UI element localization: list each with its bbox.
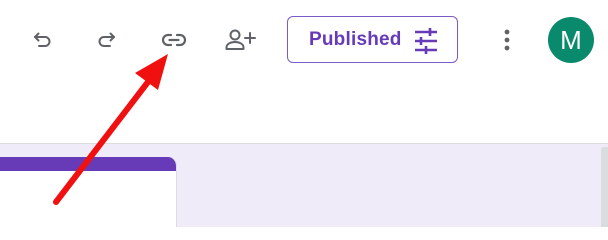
more-options-button[interactable] [487, 20, 527, 60]
undo-icon [30, 28, 54, 52]
person-add-icon [224, 27, 256, 53]
more-vert-icon [503, 28, 511, 52]
account-avatar[interactable]: M [548, 17, 594, 63]
link-icon [160, 28, 188, 52]
published-label: Published [309, 28, 402, 50]
redo-button[interactable] [87, 20, 127, 60]
tune-icon [413, 28, 439, 54]
form-header-accent-bar [0, 157, 176, 171]
link-button[interactable] [154, 20, 194, 60]
forms-editor-page: Published M [0, 0, 608, 227]
form-header-card[interactable] [0, 157, 177, 227]
published-button[interactable]: Published [287, 16, 458, 63]
undo-button[interactable] [22, 20, 62, 60]
editor-toolbar: Published M [0, 0, 608, 84]
add-collaborator-button[interactable] [220, 20, 260, 60]
redo-icon [95, 28, 119, 52]
workspace-scrollbar[interactable] [601, 147, 608, 227]
